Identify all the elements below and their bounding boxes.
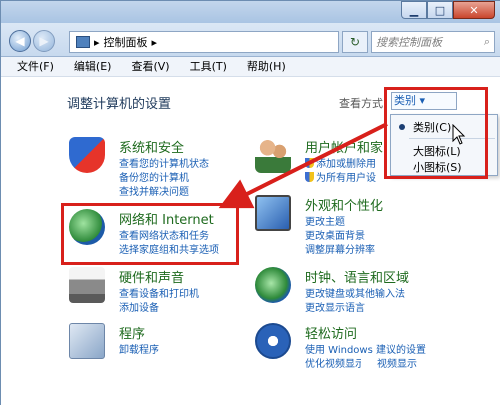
printer-icon <box>69 267 105 303</box>
address-row: ◀ ▶ ▸ 控制面板 ▸ ↻ 搜索控制面板 ⌕ <box>1 23 500 57</box>
link-add-device[interactable]: 添加设备 <box>119 299 159 314</box>
menu-edit[interactable]: 编辑(E) <box>74 57 112 76</box>
menu-file[interactable]: 文件(F) <box>17 57 54 76</box>
category-title[interactable]: 硬件和声音 <box>119 267 184 286</box>
page-title: 调整计算机的设置 <box>67 97 172 112</box>
address-bar[interactable]: ▸ 控制面板 ▸ <box>69 31 339 53</box>
link-display-language[interactable]: 更改显示语言 <box>305 299 365 314</box>
category-title[interactable]: 系统和安全 <box>119 137 184 156</box>
link-troubleshoot[interactable]: 查找并解决问题 <box>119 183 189 198</box>
uac-shield-icon <box>305 172 314 182</box>
back-arrow-icon: ◀ <box>15 34 25 48</box>
forward-button[interactable]: ▶ <box>33 30 55 52</box>
menu-help[interactable]: 帮助(H) <box>247 57 286 76</box>
link-video-display[interactable]: 视频显示 <box>377 355 417 370</box>
accessibility-icon <box>255 323 291 359</box>
link-backup[interactable]: 备份您的计算机 <box>119 169 189 184</box>
menu-tools[interactable]: 工具(T) <box>190 57 227 76</box>
search-placeholder: 搜索控制面板 <box>376 36 442 49</box>
link-desktop-background[interactable]: 更改桌面背景 <box>305 227 365 242</box>
link-screen-resolution[interactable]: 调整屏幕分辨率 <box>305 241 375 256</box>
link-devices-printers[interactable]: 查看设备和打印机 <box>119 285 199 300</box>
link-parental-controls[interactable]: 为所有用户设 <box>305 169 376 184</box>
programs-disc-icon <box>69 323 105 359</box>
title-bar: ▁ □ ✕ <box>1 1 500 23</box>
link-change-theme[interactable]: 更改主题 <box>305 213 345 228</box>
category-title[interactable]: 轻松访问 <box>305 323 357 342</box>
category-title[interactable]: 程序 <box>119 323 145 342</box>
annotation-view-box <box>384 87 488 179</box>
breadcrumb-arrow-icon: ▸ <box>94 35 100 49</box>
maximize-button[interactable]: □ <box>427 1 453 19</box>
back-button[interactable]: ◀ <box>9 30 31 52</box>
control-panel-icon <box>76 36 90 48</box>
link-view-status[interactable]: 查看您的计算机状态 <box>119 155 209 170</box>
uac-shield-icon <box>305 158 314 168</box>
link-uninstall[interactable]: 卸载程序 <box>119 341 159 356</box>
breadcrumb-control-panel[interactable]: 控制面板 <box>104 34 148 50</box>
window-controls: ▁ □ ✕ <box>401 1 495 19</box>
link-recommended-settings[interactable]: 使用 Windows 建议的设置 <box>305 341 426 356</box>
category-title[interactable]: 外观和个性化 <box>305 195 383 214</box>
monitor-brush-icon <box>255 195 291 231</box>
control-panel-window: ▁ □ ✕ ◀ ▶ ▸ 控制面板 ▸ ↻ 搜索控制面板 ⌕ 文件(F) 编辑(E… <box>0 0 500 405</box>
minimize-button[interactable]: ▁ <box>401 1 427 19</box>
clock-globe-icon <box>255 267 291 303</box>
category-title[interactable]: 时钟、语言和区域 <box>305 267 409 286</box>
link-keyboard-input[interactable]: 更改键盘或其他输入法 <box>305 285 405 300</box>
security-shield-icon <box>69 137 105 173</box>
forward-arrow-icon: ▶ <box>39 34 49 48</box>
search-icon: ⌕ <box>483 35 490 48</box>
close-button[interactable]: ✕ <box>453 1 495 19</box>
annotation-network-box <box>61 203 239 265</box>
search-input[interactable]: 搜索控制面板 ⌕ <box>371 31 495 53</box>
mouse-cursor-icon <box>452 124 466 145</box>
link-add-remove-user[interactable]: 添加或删除用 <box>305 155 376 170</box>
menu-view[interactable]: 查看(V) <box>131 57 169 76</box>
link-optimize-display[interactable]: 优化视频显示 <box>305 355 361 370</box>
category-title[interactable]: 用户帐户和家 <box>305 137 383 156</box>
refresh-icon: ↻ <box>349 35 361 49</box>
view-by-label: 查看方式 <box>339 97 383 110</box>
users-icon <box>255 137 291 173</box>
menu-bar: 文件(F) 编辑(E) 查看(V) 工具(T) 帮助(H) <box>1 57 500 77</box>
breadcrumb-arrow-icon: ▸ <box>151 35 158 49</box>
refresh-button[interactable]: ↻ <box>342 31 368 53</box>
